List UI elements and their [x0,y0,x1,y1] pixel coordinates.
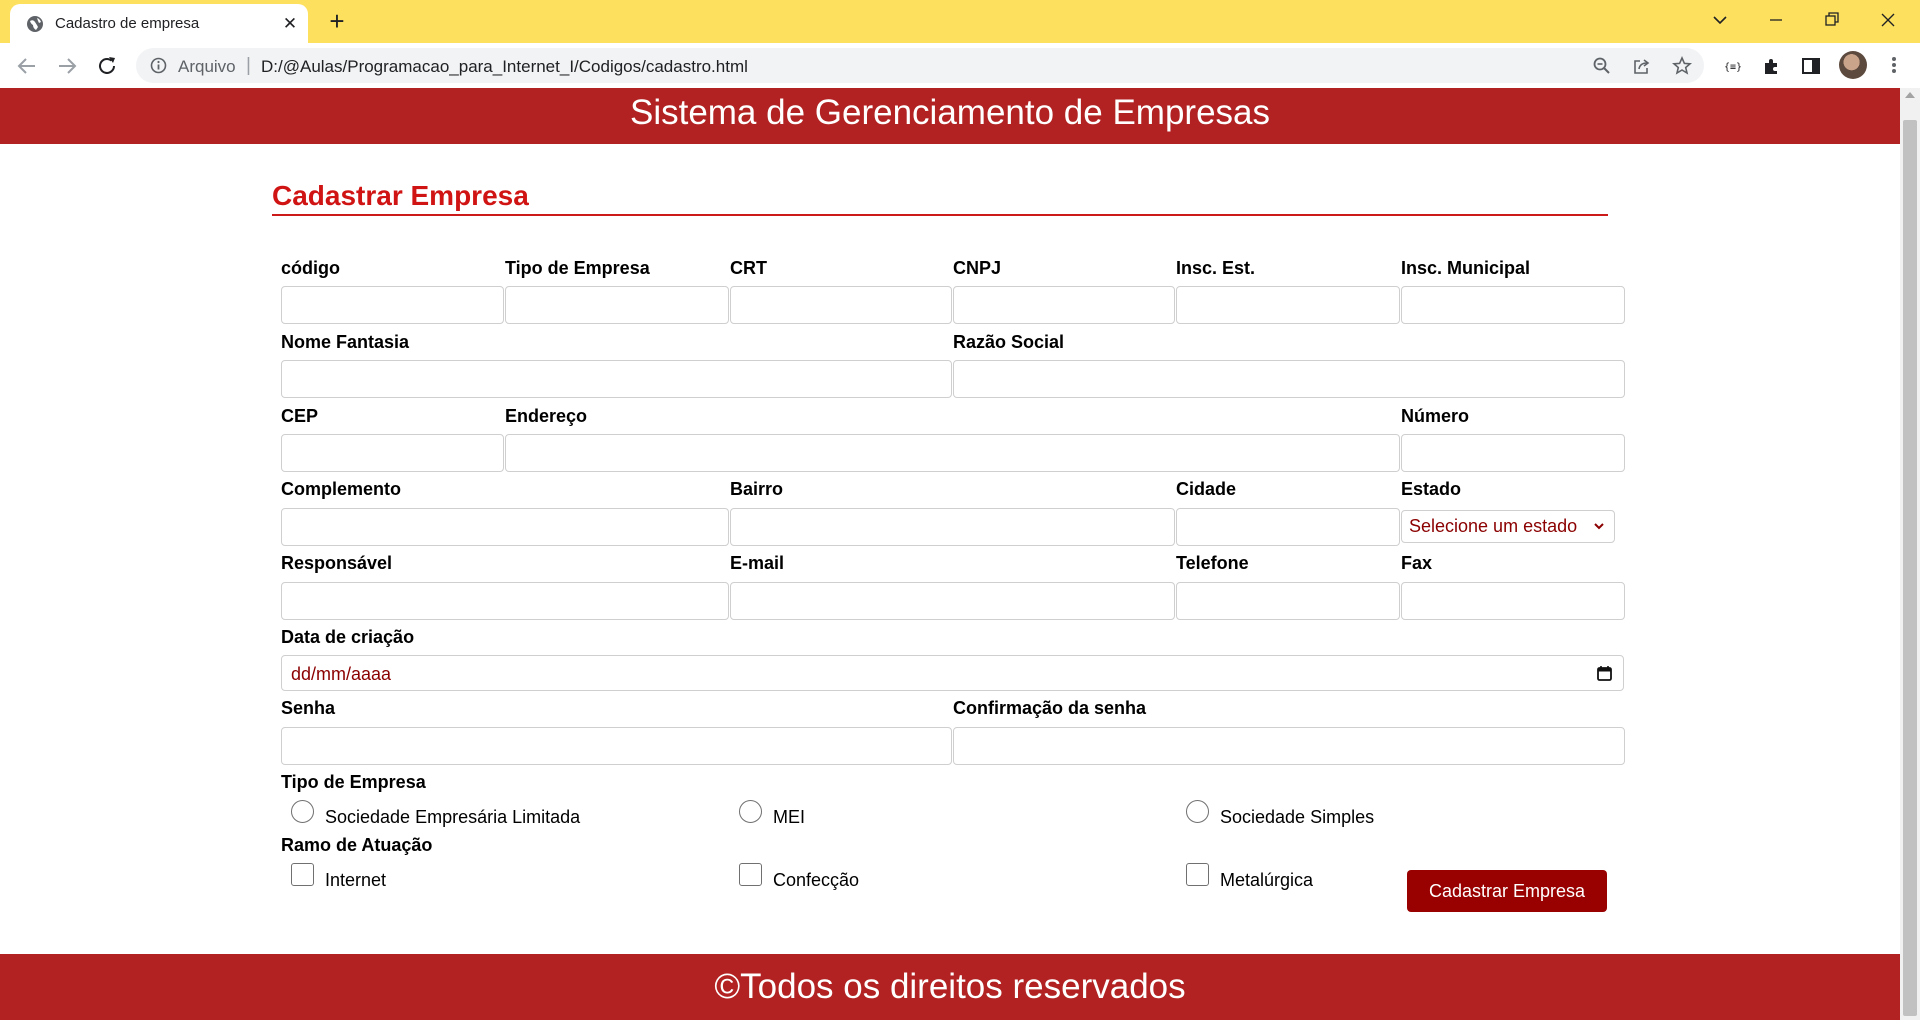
back-icon[interactable] [12,51,42,81]
browser-tab[interactable]: Cadastro de empresa ✕ [10,4,308,43]
fax-input[interactable] [1401,582,1625,620]
endereco-input[interactable] [505,434,1400,472]
browser-toolbar: Arquivo | D:/@Aulas/Programacao_para_Int… [0,43,1920,88]
vertical-scrollbar[interactable] [1900,88,1920,1020]
estado-selected-value: Selecione um estado [1409,516,1578,536]
nome-fantasia-input[interactable] [281,360,952,398]
close-tab-icon[interactable]: ✕ [280,14,300,34]
reload-icon[interactable] [92,51,122,81]
json-extension-icon[interactable]: {≡} [1722,55,1744,77]
restore-icon[interactable] [1817,6,1847,34]
label-complemento: Complemento [281,479,402,499]
checkbox-label-confeccao: Confecção [773,870,860,890]
label-email: E-mail [730,553,785,573]
calendar-icon[interactable] [1596,665,1613,682]
label-responsavel: Responsável [281,553,393,573]
scroll-up-arrow-icon[interactable] [1905,92,1915,98]
bookmark-star-icon[interactable] [1672,56,1692,76]
label-nome-fantasia: Nome Fantasia [281,332,410,352]
side-panel-icon[interactable] [1800,55,1822,77]
checkbox-label-internet: Internet [325,870,387,890]
label-codigo: código [281,258,340,278]
label-cep: CEP [281,406,319,426]
address-bar[interactable]: Arquivo | D:/@Aulas/Programacao_para_Int… [136,48,1704,83]
label-confirmacao-senha: Confirmação da senha [953,698,1147,718]
page-header: Sistema de Gerenciamento de Empresas [0,88,1900,144]
radio-label-mei: MEI [773,807,806,827]
confirmacao-senha-input[interactable] [953,727,1625,765]
checkbox-label-metalurgica: Metalúrgica [1220,870,1314,890]
cnpj-input[interactable] [953,286,1175,324]
label-tipo-empresa-group: Tipo de Empresa [281,772,426,792]
label-ramo-atuacao: Ramo de Atuação [281,835,433,855]
responsavel-input[interactable] [281,582,729,620]
label-bairro: Bairro [730,479,784,499]
label-insc-municipal: Insc. Municipal [1401,258,1531,278]
label-endereco: Endereço [505,406,588,426]
radio-label-sociedade-limitada: Sociedade Empresária Limitada [325,807,581,827]
profile-avatar[interactable] [1839,51,1867,79]
data-criacao-input[interactable]: dd/mm/aaaa [281,655,1624,691]
complemento-input[interactable] [281,508,729,546]
radio-sociedade-simples[interactable] [1186,800,1209,823]
checkbox-metalurgica[interactable] [1186,863,1209,886]
razao-social-input[interactable] [953,360,1625,398]
globe-icon [27,16,43,32]
new-tab-button[interactable]: + [323,8,351,36]
browser-tabstrip: Cadastro de empresa ✕ + [0,0,1920,43]
minimize-icon[interactable] [1761,6,1791,34]
form-title-divider [272,214,1608,216]
svg-text:{≡}: {≡} [1724,62,1742,73]
address-separator: | [246,55,251,76]
radio-mei[interactable] [739,800,762,823]
label-senha: Senha [281,698,336,718]
email-input[interactable] [730,582,1175,620]
more-menu-icon[interactable] [1884,53,1904,77]
tab-title: Cadastro de empresa [55,15,200,32]
cidade-input[interactable] [1176,508,1400,546]
radio-label-sociedade-simples: Sociedade Simples [1220,807,1375,827]
date-placeholder: dd/mm/aaaa [291,664,392,684]
cadastrar-empresa-button[interactable]: Cadastrar Empresa [1407,870,1607,912]
label-crt: CRT [730,258,767,278]
info-icon[interactable] [150,57,167,74]
address-url[interactable]: D:/@Aulas/Programacao_para_Internet_I/Co… [261,57,748,77]
page-viewport: Sistema de Gerenciamento de Empresas Cad… [0,88,1900,1020]
label-cnpj: CNPJ [953,258,1002,278]
checkbox-confeccao[interactable] [739,863,762,886]
label-cidade: Cidade [1176,479,1237,499]
address-scheme: Arquivo [178,57,236,76]
insc-municipal-input[interactable] [1401,286,1625,324]
estado-select[interactable]: Selecione um estado [1401,510,1615,543]
share-icon[interactable] [1632,56,1652,76]
label-telefone: Telefone [1176,553,1249,573]
label-razao-social: Razão Social [953,332,1065,352]
senha-input[interactable] [281,727,952,765]
codigo-input[interactable] [281,286,504,324]
crt-input[interactable] [730,286,952,324]
page-footer: ©Todos os direitos reservados [0,954,1900,1020]
label-numero: Número [1401,406,1470,426]
radio-sociedade-limitada[interactable] [291,800,314,823]
tipo-empresa-input[interactable] [505,286,729,324]
scrollbar-thumb[interactable] [1903,120,1917,1016]
label-insc-est: Insc. Est. [1176,258,1256,278]
label-fax: Fax [1401,553,1433,573]
insc-est-input[interactable] [1176,286,1400,324]
label-tipo-empresa: Tipo de Empresa [505,258,650,278]
bairro-input[interactable] [730,508,1175,546]
label-estado: Estado [1401,479,1462,499]
checkbox-internet[interactable] [291,863,314,886]
numero-input[interactable] [1401,434,1625,472]
label-data-criacao: Data de criação [281,627,415,647]
close-window-icon[interactable] [1873,6,1903,34]
tab-search-icon[interactable] [1705,6,1735,34]
forward-icon[interactable] [52,51,82,81]
form-title: Cadastrar Empresa [272,180,529,211]
zoom-icon[interactable] [1592,56,1612,76]
cep-input[interactable] [281,434,504,472]
chevron-down-icon [1594,523,1604,530]
telefone-input[interactable] [1176,582,1400,620]
extensions-puzzle-icon[interactable] [1761,55,1783,77]
